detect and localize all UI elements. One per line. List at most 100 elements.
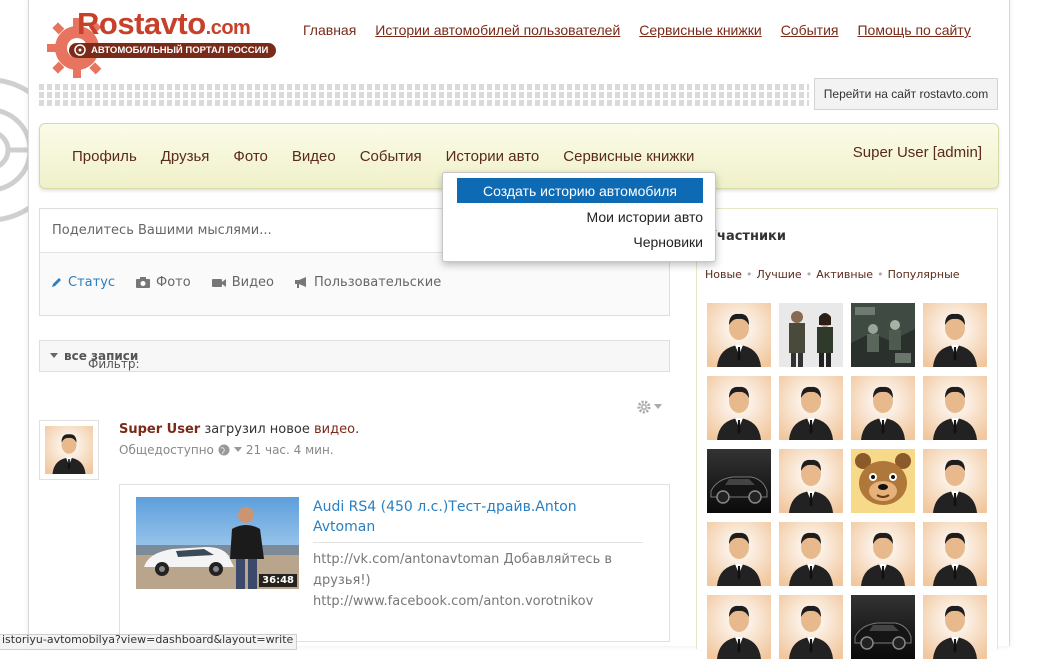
member-photo	[851, 595, 915, 659]
feed-filter[interactable]: Фильтр: все записи	[39, 340, 670, 372]
nav-friends[interactable]: Друзья	[161, 148, 210, 165]
dropdown-drafts[interactable]: Черновики	[633, 234, 703, 250]
video-description: http://vk.com/antonavtoman Добавляйтесь …	[313, 552, 613, 609]
member-photo	[779, 303, 843, 367]
nav-car-stories[interactable]: Истории авто	[446, 148, 540, 165]
default-avatar-icon	[707, 595, 771, 659]
nav-events[interactable]: События	[360, 148, 422, 165]
privacy-chevron-icon[interactable]	[233, 447, 242, 453]
default-avatar-icon	[851, 376, 915, 440]
members-filter-best[interactable]: Лучшие	[756, 268, 801, 281]
member-avatar[interactable]	[707, 595, 771, 659]
video-thumbnail[interactable]: 36:48	[136, 497, 299, 589]
topnav-events[interactable]: События	[781, 22, 839, 38]
chevron-down-icon	[654, 404, 662, 409]
members-grid	[707, 303, 987, 659]
post-author-link[interactable]: Super User	[119, 422, 200, 437]
logo-brand: Rostavto.com	[77, 6, 251, 41]
member-photo	[851, 303, 915, 367]
nav-videos[interactable]: Видео	[292, 148, 336, 165]
post-meta: Общедоступно 21 час. 4 мин.	[119, 443, 334, 457]
topnav-service-books[interactable]: Сервисные книжки	[639, 22, 761, 38]
nav-service-books[interactable]: Сервисные книжки	[563, 148, 694, 165]
member-avatar[interactable]	[923, 595, 987, 659]
member-avatar[interactable]	[707, 522, 771, 586]
top-navigation: Главная Истории автомобилей пользователе…	[303, 22, 971, 38]
member-photo	[851, 449, 915, 513]
dropdown-my-stories[interactable]: Мои истории авто	[587, 209, 703, 225]
default-avatar-icon	[707, 303, 771, 367]
member-avatar[interactable]	[779, 303, 843, 367]
default-avatar-icon	[707, 376, 771, 440]
member-avatar[interactable]	[923, 522, 987, 586]
car-stories-dropdown: Создать историю автомобиля Мои истории а…	[442, 172, 716, 262]
member-avatar[interactable]	[707, 449, 771, 513]
member-avatar[interactable]	[923, 449, 987, 513]
default-avatar-icon	[923, 303, 987, 367]
tire-track-divider	[39, 84, 809, 106]
member-avatar[interactable]	[779, 376, 843, 440]
topnav-user-car-stories[interactable]: Истории автомобилей пользователей	[375, 22, 620, 38]
gear-icon	[637, 400, 651, 414]
member-avatar[interactable]	[851, 303, 915, 367]
car-icon	[74, 44, 86, 56]
site-logo[interactable]: Rostavto.com АВТОМОБИЛЬНЫЙ ПОРТАЛ РОССИИ	[47, 6, 287, 78]
page-container: Rostavto.com АВТОМОБИЛЬНЫЙ ПОРТАЛ РОССИИ…	[28, 0, 1010, 659]
members-filters: Новые • Лучшие • Активные • Популярные	[705, 268, 960, 281]
feed-settings-menu[interactable]	[637, 400, 662, 414]
globe-icon[interactable]	[218, 444, 230, 456]
default-avatar-icon	[779, 376, 843, 440]
default-avatar-icon	[779, 522, 843, 586]
topnav-home[interactable]: Главная	[303, 22, 356, 38]
default-avatar-icon	[923, 376, 987, 440]
current-user-menu[interactable]: Super User [admin]	[853, 144, 982, 161]
browser-status-bar: istoriyu-avtomobilya?view=dashboard&layo…	[0, 634, 297, 650]
member-avatar[interactable]	[779, 595, 843, 659]
members-title: Участники	[707, 229, 786, 244]
tab-status[interactable]: Статус	[50, 275, 115, 290]
post-object-link[interactable]: видео	[314, 422, 355, 437]
post-author-avatar[interactable]	[39, 420, 99, 480]
member-avatar[interactable]	[707, 376, 771, 440]
member-avatar[interactable]	[923, 303, 987, 367]
tab-custom[interactable]: Пользовательские	[294, 275, 441, 290]
topnav-help[interactable]: Помощь по сайту	[857, 22, 970, 38]
default-avatar-icon	[923, 449, 987, 513]
pencil-icon	[52, 278, 61, 287]
nav-profile[interactable]: Профиль	[72, 148, 137, 165]
video-duration: 36:48	[259, 574, 297, 587]
camera-icon	[136, 277, 151, 288]
member-avatar[interactable]	[851, 376, 915, 440]
default-avatar-icon	[779, 595, 843, 659]
default-avatar-icon	[707, 522, 771, 586]
goto-site-button[interactable]: Перейти на сайт rostavto.com	[814, 78, 998, 110]
post-time: 21 час. 4 мин.	[245, 443, 334, 457]
members-filter-popular[interactable]: Популярные	[888, 268, 960, 281]
default-avatar-icon	[923, 595, 987, 659]
default-avatar-icon	[779, 449, 843, 513]
post-header: Super User загрузил новое видео.	[119, 422, 360, 437]
member-avatar[interactable]	[851, 595, 915, 659]
member-avatar[interactable]	[707, 303, 771, 367]
member-photo	[707, 449, 771, 513]
dropdown-create-story[interactable]: Создать историю автомобиля	[457, 178, 703, 203]
members-widget: Участники Новые • Лучшие • Активные • Попул…	[696, 208, 998, 659]
video-title-link[interactable]: Audi RS4 (450 л.с.)Тест-драйв.Anton Avto…	[313, 497, 643, 537]
member-avatar[interactable]	[923, 376, 987, 440]
members-filter-active[interactable]: Активные	[816, 268, 873, 281]
video-camera-icon	[211, 278, 226, 287]
tab-video[interactable]: Видео	[211, 275, 274, 290]
composer-tabs: Статус Фото Видео Пользовательские	[50, 275, 441, 290]
member-avatar[interactable]	[851, 522, 915, 586]
default-avatar-icon	[851, 522, 915, 586]
member-avatar[interactable]	[779, 522, 843, 586]
megaphone-icon	[295, 277, 307, 288]
default-avatar-icon	[45, 426, 93, 474]
video-attachment: 36:48 Audi RS4 (450 л.с.)Тест-драйв.Anto…	[119, 484, 670, 642]
tab-photo[interactable]: Фото	[135, 275, 191, 290]
members-filter-new[interactable]: Новые	[705, 268, 742, 281]
member-avatar[interactable]	[779, 449, 843, 513]
nav-photos[interactable]: Фото	[233, 148, 267, 165]
member-avatar[interactable]	[851, 449, 915, 513]
post-privacy: Общедоступно	[119, 443, 214, 457]
